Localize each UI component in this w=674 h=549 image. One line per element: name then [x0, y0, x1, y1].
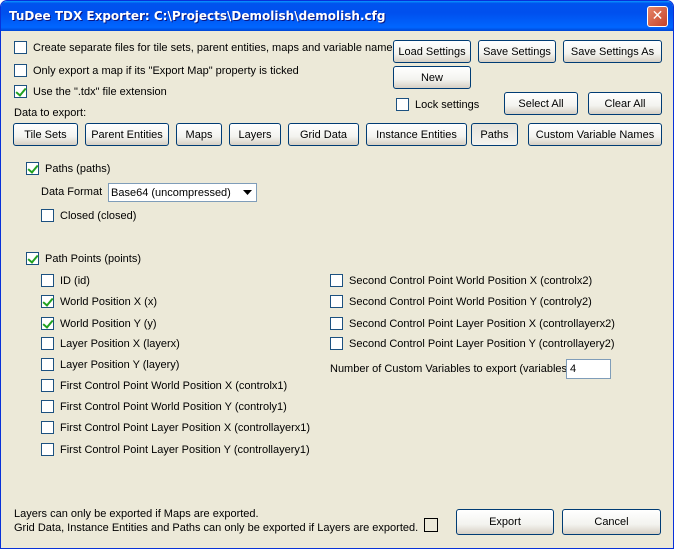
tab-custom-variable-names[interactable]: Custom Variable Names [528, 123, 662, 146]
point-field-checkbox[interactable]: World Position X (x) [41, 295, 157, 308]
tab-paths[interactable]: Paths [471, 123, 518, 146]
footer-note-layers: Layers can only be exported if Maps are … [14, 508, 259, 520]
save-settings-as-button[interactable]: Save Settings As [563, 40, 662, 63]
checkbox-label: First Control Point World Position Y (co… [60, 400, 287, 413]
checkbox-label: Layer Position X (layerx) [60, 337, 180, 350]
point-field-checkbox[interactable]: Second Control Point Layer Position X (c… [330, 317, 615, 330]
cancel-button[interactable]: Cancel [562, 509, 661, 535]
checkbox-box[interactable] [26, 162, 39, 175]
checkbox-box[interactable] [330, 337, 343, 350]
tab-grid-data[interactable]: Grid Data [288, 123, 359, 146]
status-indicator [424, 518, 438, 532]
point-field-checkbox[interactable]: Layer Position X (layerx) [41, 337, 180, 350]
checkbox-box[interactable] [41, 421, 54, 434]
data-format-select[interactable]: Base64 (uncompressed) [108, 183, 257, 202]
checkbox-label: First Control Point World Position X (co… [60, 379, 288, 392]
tab-instance-entities[interactable]: Instance Entities [366, 123, 467, 146]
point-field-checkbox[interactable]: First Control Point Layer Position Y (co… [41, 443, 310, 456]
checkbox-box[interactable] [330, 274, 343, 287]
checkbox-label: Paths (paths) [45, 162, 111, 175]
custom-variables-label: Number of Custom Variables to export (va… [330, 363, 571, 375]
checkbox-box[interactable] [14, 41, 27, 54]
checkbox-box[interactable] [330, 295, 343, 308]
checkbox-box[interactable] [41, 379, 54, 392]
tab-layers[interactable]: Layers [229, 123, 281, 146]
export-button[interactable]: Export [456, 509, 554, 535]
checkbox-label: World Position Y (y) [60, 317, 157, 330]
checkbox-label: Path Points (points) [45, 252, 141, 265]
paths-checkbox[interactable]: Paths (paths) [26, 162, 110, 175]
checkbox-label: Second Control Point Layer Position X (c… [349, 317, 615, 330]
checkbox-label: Second Control Point Layer Position Y (c… [349, 337, 615, 350]
custom-variables-input[interactable]: 4 [566, 359, 611, 379]
tab-parent-entities[interactable]: Parent Entities [85, 123, 169, 146]
checkbox-box[interactable] [14, 85, 27, 98]
checkbox-label: Use the ".tdx" file extension [33, 85, 167, 98]
window-title: TuDee TDX Exporter: C:\Projects\Demolish… [9, 9, 386, 23]
point-field-checkbox[interactable]: ID (id) [41, 274, 90, 287]
checkbox-label: World Position X (x) [60, 295, 157, 308]
point-field-checkbox[interactable]: Second Control Point World Position Y (c… [330, 295, 592, 308]
load-settings-button[interactable]: Load Settings [393, 40, 471, 63]
closed-checkbox[interactable]: Closed (closed) [41, 209, 136, 222]
checkbox-label: Layer Position Y (layery) [60, 358, 180, 371]
checkbox-box[interactable] [41, 400, 54, 413]
footer-note-grid: Grid Data, Instance Entities and Paths c… [14, 522, 419, 534]
checkbox-box[interactable] [41, 358, 54, 371]
checkbox-box[interactable] [41, 274, 54, 287]
point-field-checkbox[interactable]: World Position Y (y) [41, 317, 157, 330]
separate-files-checkbox[interactable]: Create separate files for tile sets, par… [14, 41, 398, 54]
select-all-button[interactable]: Select All [504, 92, 578, 115]
checkbox-box[interactable] [330, 317, 343, 330]
data-format-label: Data Format [41, 186, 103, 198]
tab-maps[interactable]: Maps [176, 123, 222, 146]
checkbox-label: Create separate files for tile sets, par… [33, 41, 399, 54]
checkbox-label: First Control Point Layer Position Y (co… [60, 443, 310, 456]
export-map-only-checkbox[interactable]: Only export a map if its "Export Map" pr… [14, 64, 299, 77]
point-field-checkbox[interactable]: First Control Point World Position Y (co… [41, 400, 287, 413]
checkbox-box[interactable] [41, 295, 54, 308]
path-points-checkbox[interactable]: Path Points (points) [26, 252, 141, 265]
data-format-value: Base64 (uncompressed) [111, 186, 231, 199]
save-settings-button[interactable]: Save Settings [478, 40, 556, 63]
clear-all-button[interactable]: Clear All [588, 92, 662, 115]
checkbox-label: Only export a map if its "Export Map" pr… [33, 64, 299, 77]
point-field-checkbox[interactable]: Second Control Point World Position X (c… [330, 274, 592, 287]
close-icon[interactable]: ✕ [647, 6, 668, 27]
point-field-checkbox[interactable]: Second Control Point Layer Position Y (c… [330, 337, 615, 350]
checkbox-box[interactable] [26, 252, 39, 265]
checkbox-label: First Control Point Layer Position X (co… [60, 421, 311, 434]
checkbox-label: Closed (closed) [60, 209, 137, 222]
checkbox-box[interactable] [41, 443, 54, 456]
checkbox-label: ID (id) [60, 274, 90, 287]
checkbox-box[interactable] [41, 209, 54, 222]
checkbox-label: Second Control Point World Position Y (c… [349, 295, 592, 308]
tab-tile-sets[interactable]: Tile Sets [13, 123, 78, 146]
chevron-down-icon[interactable] [239, 184, 256, 201]
checkbox-label: Second Control Point World Position X (c… [349, 274, 593, 287]
checkbox-label: Lock settings [415, 98, 480, 111]
title-bar: TuDee TDX Exporter: C:\Projects\Demolish… [1, 1, 673, 31]
checkbox-box[interactable] [41, 337, 54, 350]
checkbox-box[interactable] [14, 64, 27, 77]
dialog-body: Create separate files for tile sets, par… [4, 31, 670, 545]
new-button[interactable]: New [393, 66, 471, 89]
tdx-extension-checkbox[interactable]: Use the ".tdx" file extension [14, 85, 167, 98]
point-field-checkbox[interactable]: Layer Position Y (layery) [41, 358, 179, 371]
lock-settings-checkbox[interactable]: Lock settings [396, 98, 479, 111]
point-field-checkbox[interactable]: First Control Point World Position X (co… [41, 379, 287, 392]
data-to-export-label: Data to export: [14, 107, 87, 119]
exporter-window: TuDee TDX Exporter: C:\Projects\Demolish… [0, 0, 674, 549]
checkbox-box[interactable] [396, 98, 409, 111]
checkbox-box[interactable] [41, 317, 54, 330]
point-field-checkbox[interactable]: First Control Point Layer Position X (co… [41, 421, 310, 434]
